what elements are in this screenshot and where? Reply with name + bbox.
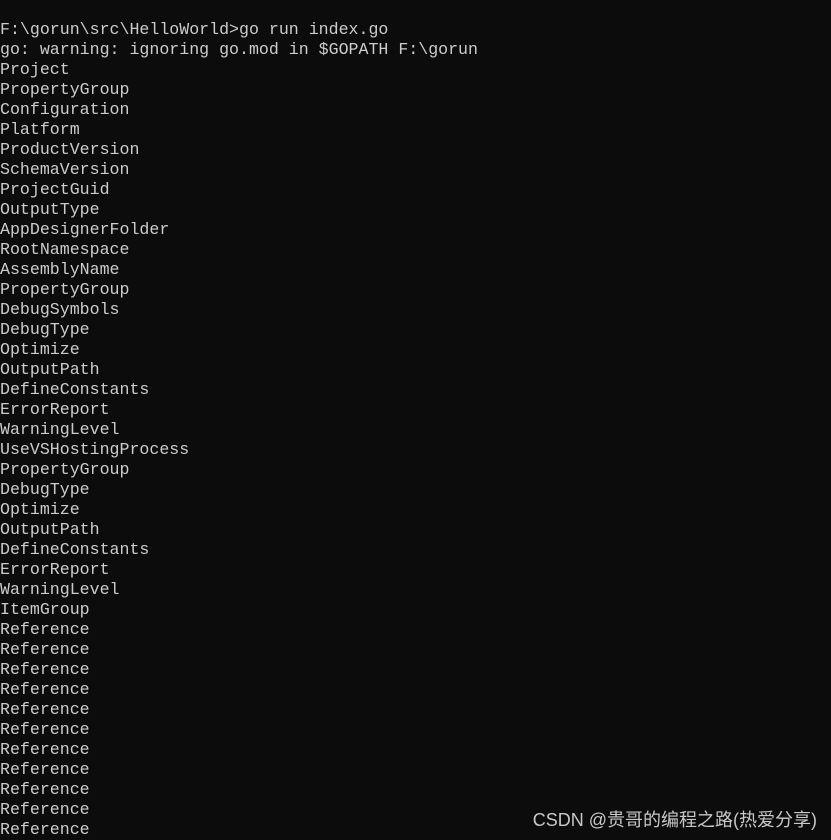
output-line: DefineConstants	[0, 380, 150, 399]
output-line: WarningLevel	[0, 580, 120, 599]
output-line: DefineConstants	[0, 540, 150, 559]
output-line: PropertyGroup	[0, 80, 130, 99]
output-line: OutputPath	[0, 360, 100, 379]
output-line: AppDesignerFolder	[0, 220, 170, 239]
output-line: Project	[0, 60, 70, 79]
output-line: Optimize	[0, 340, 80, 359]
output-line: go: warning: ignoring go.mod in $GOPATH …	[0, 40, 478, 59]
watermark: CSDN @贵哥的编程之路(热爱分享)	[532, 810, 817, 830]
output-line: ErrorReport	[0, 560, 110, 579]
output-line: Reference	[0, 680, 90, 699]
output-line: Reference	[0, 780, 90, 799]
output-line: SchemaVersion	[0, 160, 130, 179]
output-line: PropertyGroup	[0, 280, 130, 299]
terminal-output[interactable]: F:\gorun\src\HelloWorld>go run index.go g…	[0, 20, 831, 840]
output-line: UseVSHostingProcess	[0, 440, 190, 459]
output-line: OutputPath	[0, 520, 100, 539]
output-line: Reference	[0, 700, 90, 719]
output-line: Reference	[0, 660, 90, 679]
output-line: Optimize	[0, 500, 80, 519]
output-line: Configuration	[0, 100, 130, 119]
output-line: Reference	[0, 760, 90, 779]
output-line: Reference	[0, 740, 90, 759]
output-line: OutputType	[0, 200, 100, 219]
output-line: DebugType	[0, 320, 90, 339]
output-line: ProjectGuid	[0, 180, 110, 199]
output-line: PropertyGroup	[0, 460, 130, 479]
output-line: Reference	[0, 720, 90, 739]
output-line: Reference	[0, 640, 90, 659]
output-line: ErrorReport	[0, 400, 110, 419]
output-line: AssemblyName	[0, 260, 120, 279]
output-line: RootNamespace	[0, 240, 130, 259]
output-line: DebugSymbols	[0, 300, 120, 319]
command-line: F:\gorun\src\HelloWorld>go run index.go	[0, 20, 389, 39]
output-line: DebugType	[0, 480, 90, 499]
output-line: ProductVersion	[0, 140, 140, 159]
output-line: Platform	[0, 120, 80, 139]
output-line: WarningLevel	[0, 420, 120, 439]
output-line: ItemGroup	[0, 600, 90, 619]
output-line: Reference	[0, 620, 90, 639]
